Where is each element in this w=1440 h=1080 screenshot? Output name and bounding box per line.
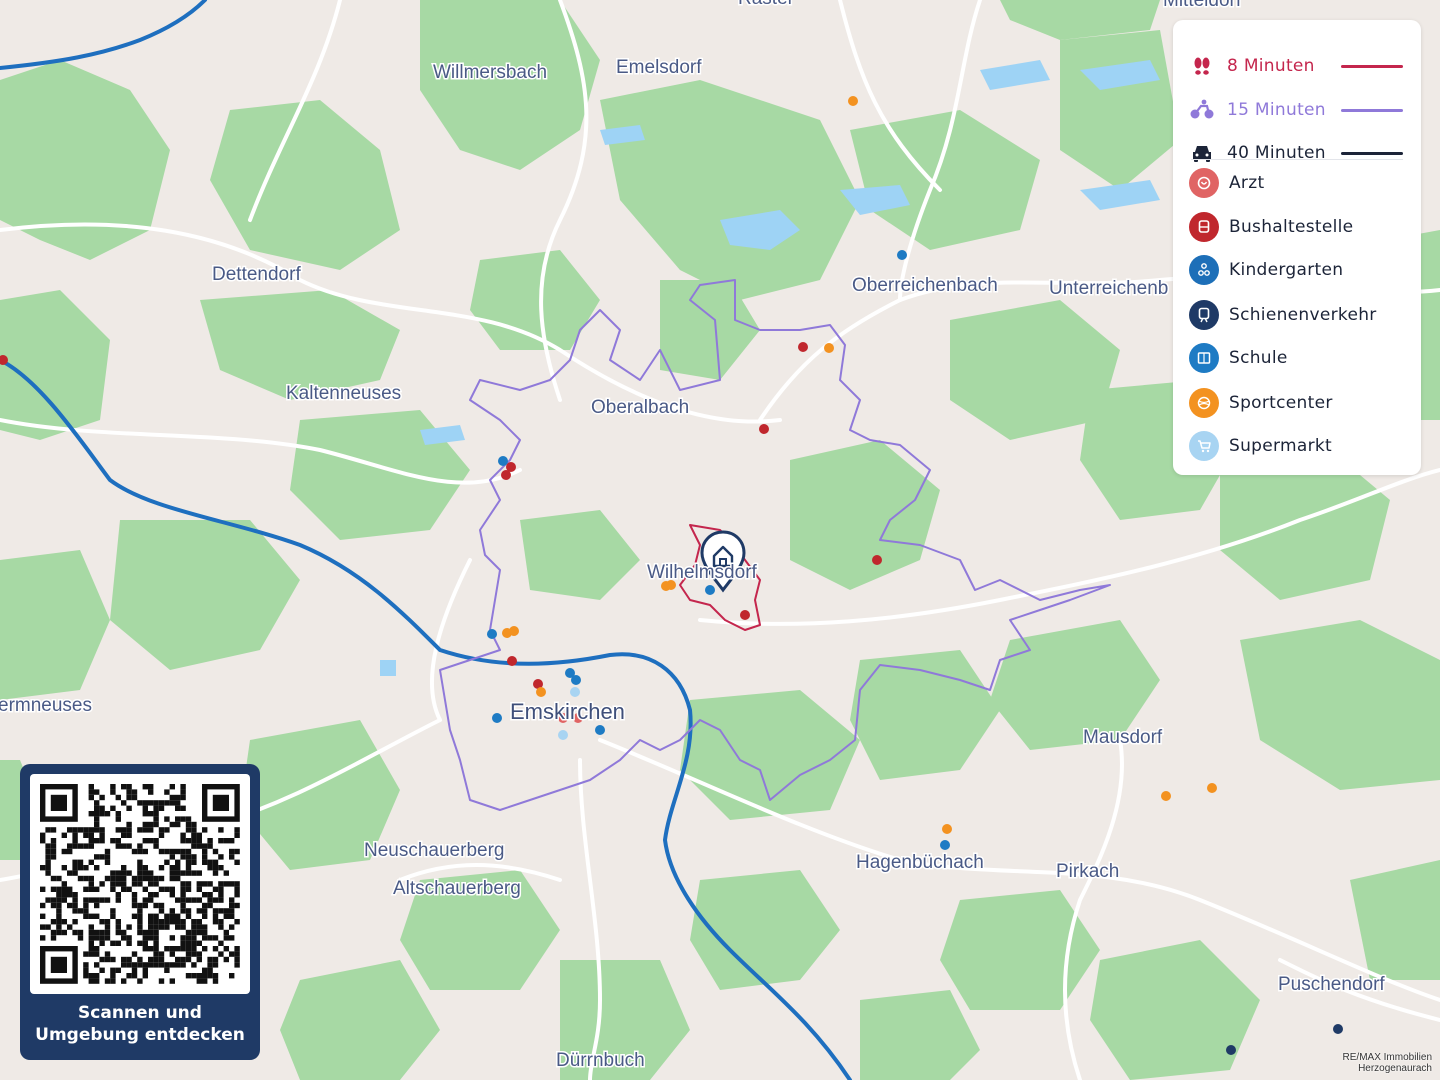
bus-icon [1189,212,1219,242]
legend-poi-arzt[interactable]: Arzt [1189,166,1264,200]
legend-poi-bushaltestelle[interactable]: Bushaltestelle [1189,210,1353,244]
train-icon [1189,300,1219,330]
town-label: Altschauerberg [393,878,521,899]
town-label: ermneuses [0,695,92,716]
legend-poi-label: Supermarkt [1229,436,1332,456]
legend-poi-schule[interactable]: Schule [1189,341,1288,375]
qr-code[interactable] [30,774,250,994]
town-label: Kaltenneuses [286,383,401,404]
supermarket-icon [1189,431,1219,461]
town-label: Neuschauerberg [364,840,504,861]
legend-car-label: 40 Minuten [1227,143,1326,163]
town-label: Emskirchen [510,699,625,724]
town-label: Puschendorf [1278,974,1385,995]
legend-divider [1191,159,1403,160]
doctor-icon [1189,168,1219,198]
bicycle-icon [1189,99,1215,121]
legend-walking-line [1341,64,1403,68]
legend-bicycle-label: 15 Minuten [1227,100,1326,120]
legend-walking-label: 8 Minuten [1227,56,1315,76]
walking-icon [1189,55,1215,77]
legend-poi-supermarkt[interactable]: Supermarkt [1189,429,1332,463]
map-credit: RE/MAX Immobilien Herzogenaurach [1343,1052,1432,1074]
legend-poi-label: Kindergarten [1229,260,1344,280]
legend-poi-label: Sportcenter [1229,393,1333,413]
sport-icon [1189,388,1219,418]
qr-caption: Scannen und Umgebung entdecken [20,1002,260,1046]
legend-poi-kindergarten[interactable]: Kindergarten [1189,253,1343,287]
town-label: Unterreichenb [1049,278,1168,299]
legend-poi-schienenverkehr[interactable]: Schienenverkehr [1189,298,1377,332]
qr-caption-line2: Umgebung entdecken [35,1025,245,1045]
town-label: Mausdorf [1083,727,1163,748]
town-label: Emelsdorf [616,57,702,78]
town-label: Oberalbach [591,397,689,418]
town-label: Willmersbach [433,62,547,83]
town-label: Dettendorf [212,264,301,285]
town-label: Wilhelmsdorf [647,562,758,583]
credit-line2: Herzogenaurach [1358,1063,1432,1074]
legend-poi-sportcenter[interactable]: Sportcenter [1189,386,1333,420]
map-legend: 8 Minuten 15 Minuten 40 Minuten Arzt Bus… [1173,20,1421,475]
car-icon [1189,143,1215,163]
legend-poi-label: Arzt [1229,173,1265,193]
qr-card[interactable]: Scannen und Umgebung entdecken [20,764,260,1060]
town-label: Mitteldorf [1163,0,1242,11]
town-label: Dürrnbuch [556,1050,645,1071]
kindergarten-icon [1189,255,1219,285]
credit-line1: RE/MAX Immobilien [1342,1052,1432,1063]
legend-bicycle-row[interactable]: 15 Minuten [1189,93,1403,127]
legend-poi-label: Schienenverkehr [1229,305,1377,325]
qr-caption-line1: Scannen und [78,1003,202,1023]
town-label: Oberreichenbach [852,275,998,296]
town-label: Raster [738,0,795,9]
legend-poi-label: Bushaltestelle [1229,217,1354,237]
legend-poi-label: Schule [1229,348,1288,368]
town-label: Hagenbüchach [856,852,984,873]
legend-walking-row[interactable]: 8 Minuten [1189,49,1403,83]
legend-bicycle-line [1341,108,1403,112]
town-label: Pirkach [1056,861,1119,882]
legend-car-line [1341,151,1403,155]
school-icon [1189,343,1219,373]
legend-car-row[interactable]: 40 Minuten [1189,136,1403,170]
